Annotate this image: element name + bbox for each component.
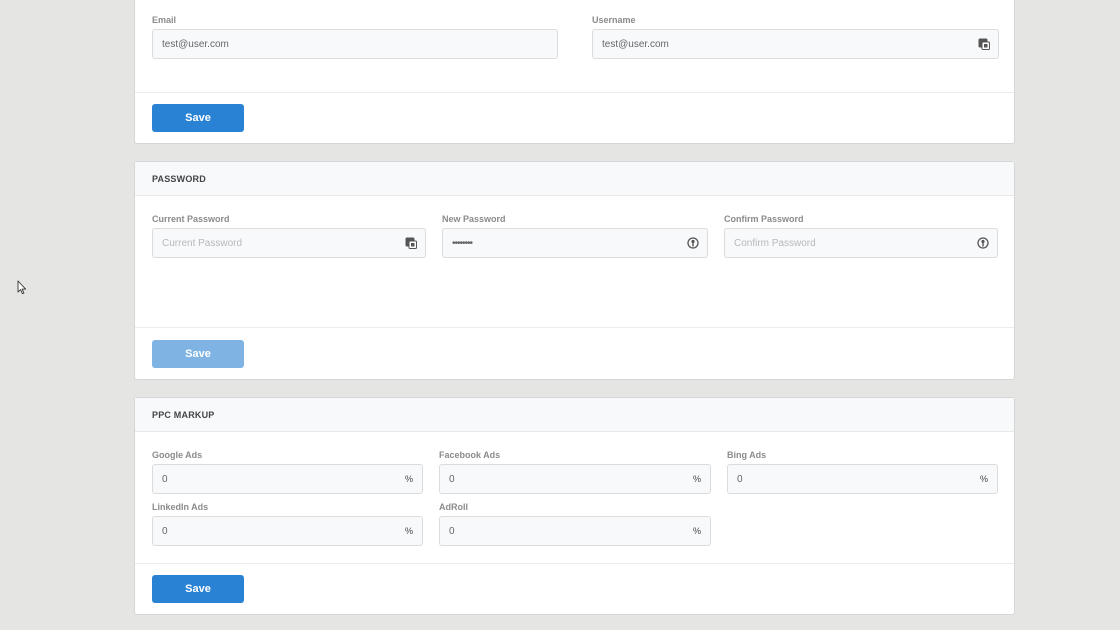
linkedin-ads-input[interactable] [153,517,422,545]
ppc-save-button[interactable]: Save [152,575,244,603]
new-password-wrap [442,228,708,258]
confirm-password-group: Confirm Password [724,213,998,259]
percent-suffix: % [404,474,413,484]
google-ads-input[interactable] [153,465,422,493]
ppc-card-footer: Save [135,563,1014,614]
username-field-group: Username [592,14,999,60]
bing-ads-label: Bing Ads [727,450,767,460]
password-card: PASSWORD Current Password New Password C… [134,161,1015,380]
account-card: Email Username Save [134,0,1015,144]
username-input[interactable] [593,30,998,58]
current-password-input[interactable] [153,229,425,257]
email-label: Email [152,15,177,25]
confirm-password-input[interactable] [725,229,997,257]
ppc-markup-card: PPC MARKUP Google Ads % Facebook Ads % B… [134,397,1015,615]
current-password-wrap [152,228,426,258]
key-icon[interactable] [977,237,989,249]
email-field-group: Email [152,14,558,60]
linkedin-ads-wrap: % [152,516,423,546]
account-card-footer: Save [135,92,1014,143]
adroll-group: AdRoll % [439,501,711,547]
password-card-footer: Save [135,327,1014,379]
percent-suffix: % [979,474,988,484]
linkedin-ads-label: LinkedIn Ads [152,502,209,512]
linkedin-ads-group: LinkedIn Ads % [152,501,423,547]
percent-suffix: % [404,526,413,536]
adroll-label: AdRoll [439,502,468,512]
facebook-ads-wrap: % [439,464,711,494]
new-password-input[interactable] [443,229,707,257]
percent-suffix: % [692,474,701,484]
bing-ads-input[interactable] [728,465,997,493]
google-ads-label: Google Ads [152,450,203,460]
password-manager-icon[interactable] [978,38,990,50]
percent-suffix: % [692,526,701,536]
facebook-ads-label: Facebook Ads [439,450,501,460]
current-password-label: Current Password [152,214,230,224]
email-input[interactable] [153,30,557,58]
mouse-cursor-icon [17,280,27,295]
password-card-title: PASSWORD [135,162,1014,196]
confirm-password-wrap [724,228,998,258]
new-password-label: New Password [442,214,506,224]
bing-ads-wrap: % [727,464,998,494]
ppc-card-title: PPC MARKUP [135,398,1014,432]
adroll-wrap: % [439,516,711,546]
password-manager-icon[interactable] [405,237,417,249]
email-input-wrap [152,29,558,59]
account-save-button[interactable]: Save [152,104,244,132]
google-ads-group: Google Ads % [152,449,423,495]
key-icon[interactable] [687,237,699,249]
facebook-ads-input[interactable] [440,465,710,493]
adroll-input[interactable] [440,517,710,545]
confirm-password-label: Confirm Password [724,214,804,224]
google-ads-wrap: % [152,464,423,494]
password-save-button[interactable]: Save [152,340,244,368]
username-label: Username [592,15,636,25]
current-password-group: Current Password [152,213,426,259]
new-password-group: New Password [442,213,708,259]
facebook-ads-group: Facebook Ads % [439,449,711,495]
username-input-wrap [592,29,999,59]
bing-ads-group: Bing Ads % [727,449,998,495]
